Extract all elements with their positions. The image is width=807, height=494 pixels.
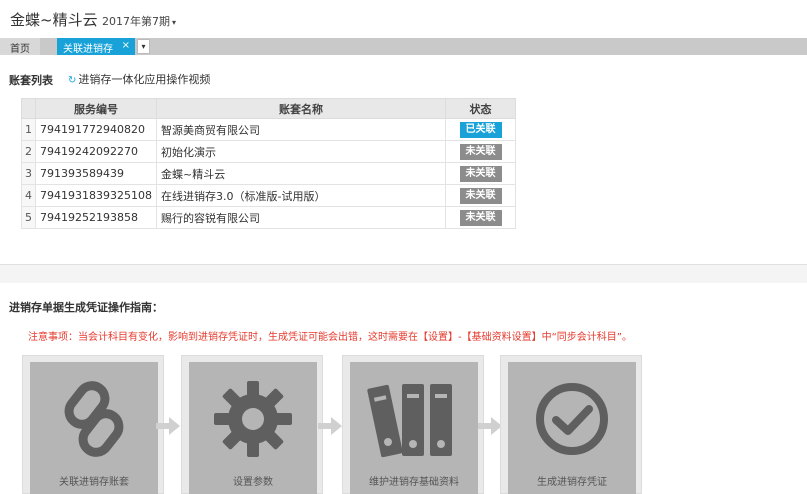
gear-icon — [214, 381, 292, 457]
service-code: 794191772940820 — [35, 118, 157, 141]
row-index: 4 — [21, 184, 36, 207]
table-row: 1 794191772940820 智源美商贸有限公司 已关联 — [21, 118, 516, 141]
step-card: 维护进销存基础资料 — [342, 355, 484, 494]
row-index: 2 — [21, 140, 36, 163]
play-icon: ↻ — [68, 75, 77, 86]
guide-panel: 进销存单据生成凭证操作指南： 注意事项：当会计科目有变化，影响到进销存凭证时，生… — [0, 283, 807, 494]
account-name: 金蝶~精斗云 — [155, 162, 447, 185]
step-generate-voucher[interactable]: 生成进销存凭证 — [508, 362, 636, 494]
account-name: 初始化演示 — [155, 140, 447, 163]
status-cell: 未关联 — [445, 140, 516, 163]
arrow-right-icon — [156, 417, 180, 435]
tab-home[interactable]: 首页 — [0, 38, 40, 55]
table-row: 3 791393589439 金蝶~精斗云 未关联 — [21, 162, 516, 185]
status-badge-unlinked[interactable]: 未关联 — [459, 165, 502, 182]
account-list-panel: 账套列表 ↻ 进销存一体化应用操作视频 服务编号 账套名称 状态 1 794191… — [0, 55, 807, 265]
tab-more-button[interactable]: ▾ — [137, 39, 150, 54]
guide-title: 进销存单据生成凭证操作指南： — [9, 301, 163, 314]
step-card: 设置参数 — [181, 355, 323, 494]
col-account-name: 账套名称 — [155, 98, 447, 119]
step-label: 关联进销存账套 — [59, 477, 129, 488]
status-badge-unlinked[interactable]: 未关联 — [459, 209, 502, 226]
tab-bar: 首页 关联进销存 × ▾ — [0, 38, 807, 55]
step-label: 生成进销存凭证 — [537, 477, 607, 488]
tab-link-inventory[interactable]: 关联进销存 × — [57, 38, 135, 55]
status-cell: 未关联 — [445, 184, 516, 207]
col-status: 状态 — [445, 98, 516, 119]
service-code: 791393589439 — [35, 162, 157, 185]
step-card: 生成进销存凭证 — [500, 355, 642, 494]
status-badge-unlinked[interactable]: 未关联 — [459, 143, 502, 160]
step-link-account[interactable]: 关联进销存账套 — [30, 362, 158, 494]
app-title: 金蝶~精斗云 — [10, 11, 98, 29]
tab-label: 关联进销存 — [63, 44, 113, 55]
status-badge-unlinked[interactable]: 未关联 — [459, 187, 502, 204]
service-code: 79419252193858 — [35, 206, 157, 229]
step-maintain-basic-data[interactable]: 维护进销存基础资料 — [350, 362, 478, 494]
table-row: 2 79419242092270 初始化演示 未关联 — [21, 140, 516, 163]
service-code: 79419242092270 — [35, 140, 157, 163]
video-link-label: 进销存一体化应用操作视频 — [78, 73, 211, 86]
account-name: 智源美商贸有限公司 — [155, 118, 447, 141]
period-selector[interactable]: 2017年第7期 ▾ — [102, 13, 176, 29]
status-badge-linked[interactable]: 已关联 — [459, 121, 502, 138]
row-index: 3 — [21, 162, 36, 185]
col-index — [21, 98, 36, 119]
caret-down-icon: ▾ — [172, 18, 177, 27]
table-row: 4 7941931839325108 在线进销存3.0（标准版-试用版） 未关联 — [21, 184, 516, 207]
step-label: 设置参数 — [233, 477, 273, 488]
top-bar: 金蝶~精斗云 2017年第7期 ▾ — [0, 0, 807, 38]
service-code: 7941931839325108 — [35, 184, 157, 207]
arrow-right-icon — [478, 417, 502, 435]
table-header-row: 服务编号 账套名称 状态 — [21, 98, 516, 119]
status-cell: 已关联 — [445, 118, 516, 141]
status-cell: 未关联 — [445, 206, 516, 229]
account-name: 赐行的容锐有限公司 — [155, 206, 447, 229]
check-circle-icon — [536, 383, 608, 455]
col-service-code: 服务编号 — [35, 98, 157, 119]
account-list-title: 账套列表 — [9, 74, 53, 87]
period-label: 2017年第7期 — [102, 15, 170, 28]
account-table: 服务编号 账套名称 状态 1 794191772940820 智源美商贸有限公司… — [21, 98, 516, 229]
table-row: 5 79419252193858 赐行的容锐有限公司 未关联 — [21, 206, 516, 229]
link-icon — [64, 381, 124, 457]
arrow-right-icon — [318, 417, 342, 435]
binders-icon — [367, 384, 452, 458]
row-index: 1 — [21, 118, 36, 141]
row-index: 5 — [21, 206, 36, 229]
step-label: 维护进销存基础资料 — [369, 477, 459, 488]
video-link[interactable]: ↻ 进销存一体化应用操作视频 — [68, 71, 210, 87]
step-card: 关联进销存账套 — [22, 355, 164, 494]
step-set-params[interactable]: 设置参数 — [189, 362, 317, 494]
warning-note: 注意事项：当会计科目有变化，影响到进销存凭证时，生成凭证可能会出错，这时需要在【… — [28, 332, 632, 343]
close-icon[interactable]: × — [122, 40, 130, 51]
status-cell: 未关联 — [445, 162, 516, 185]
account-name: 在线进销存3.0（标准版-试用版） — [155, 184, 447, 207]
